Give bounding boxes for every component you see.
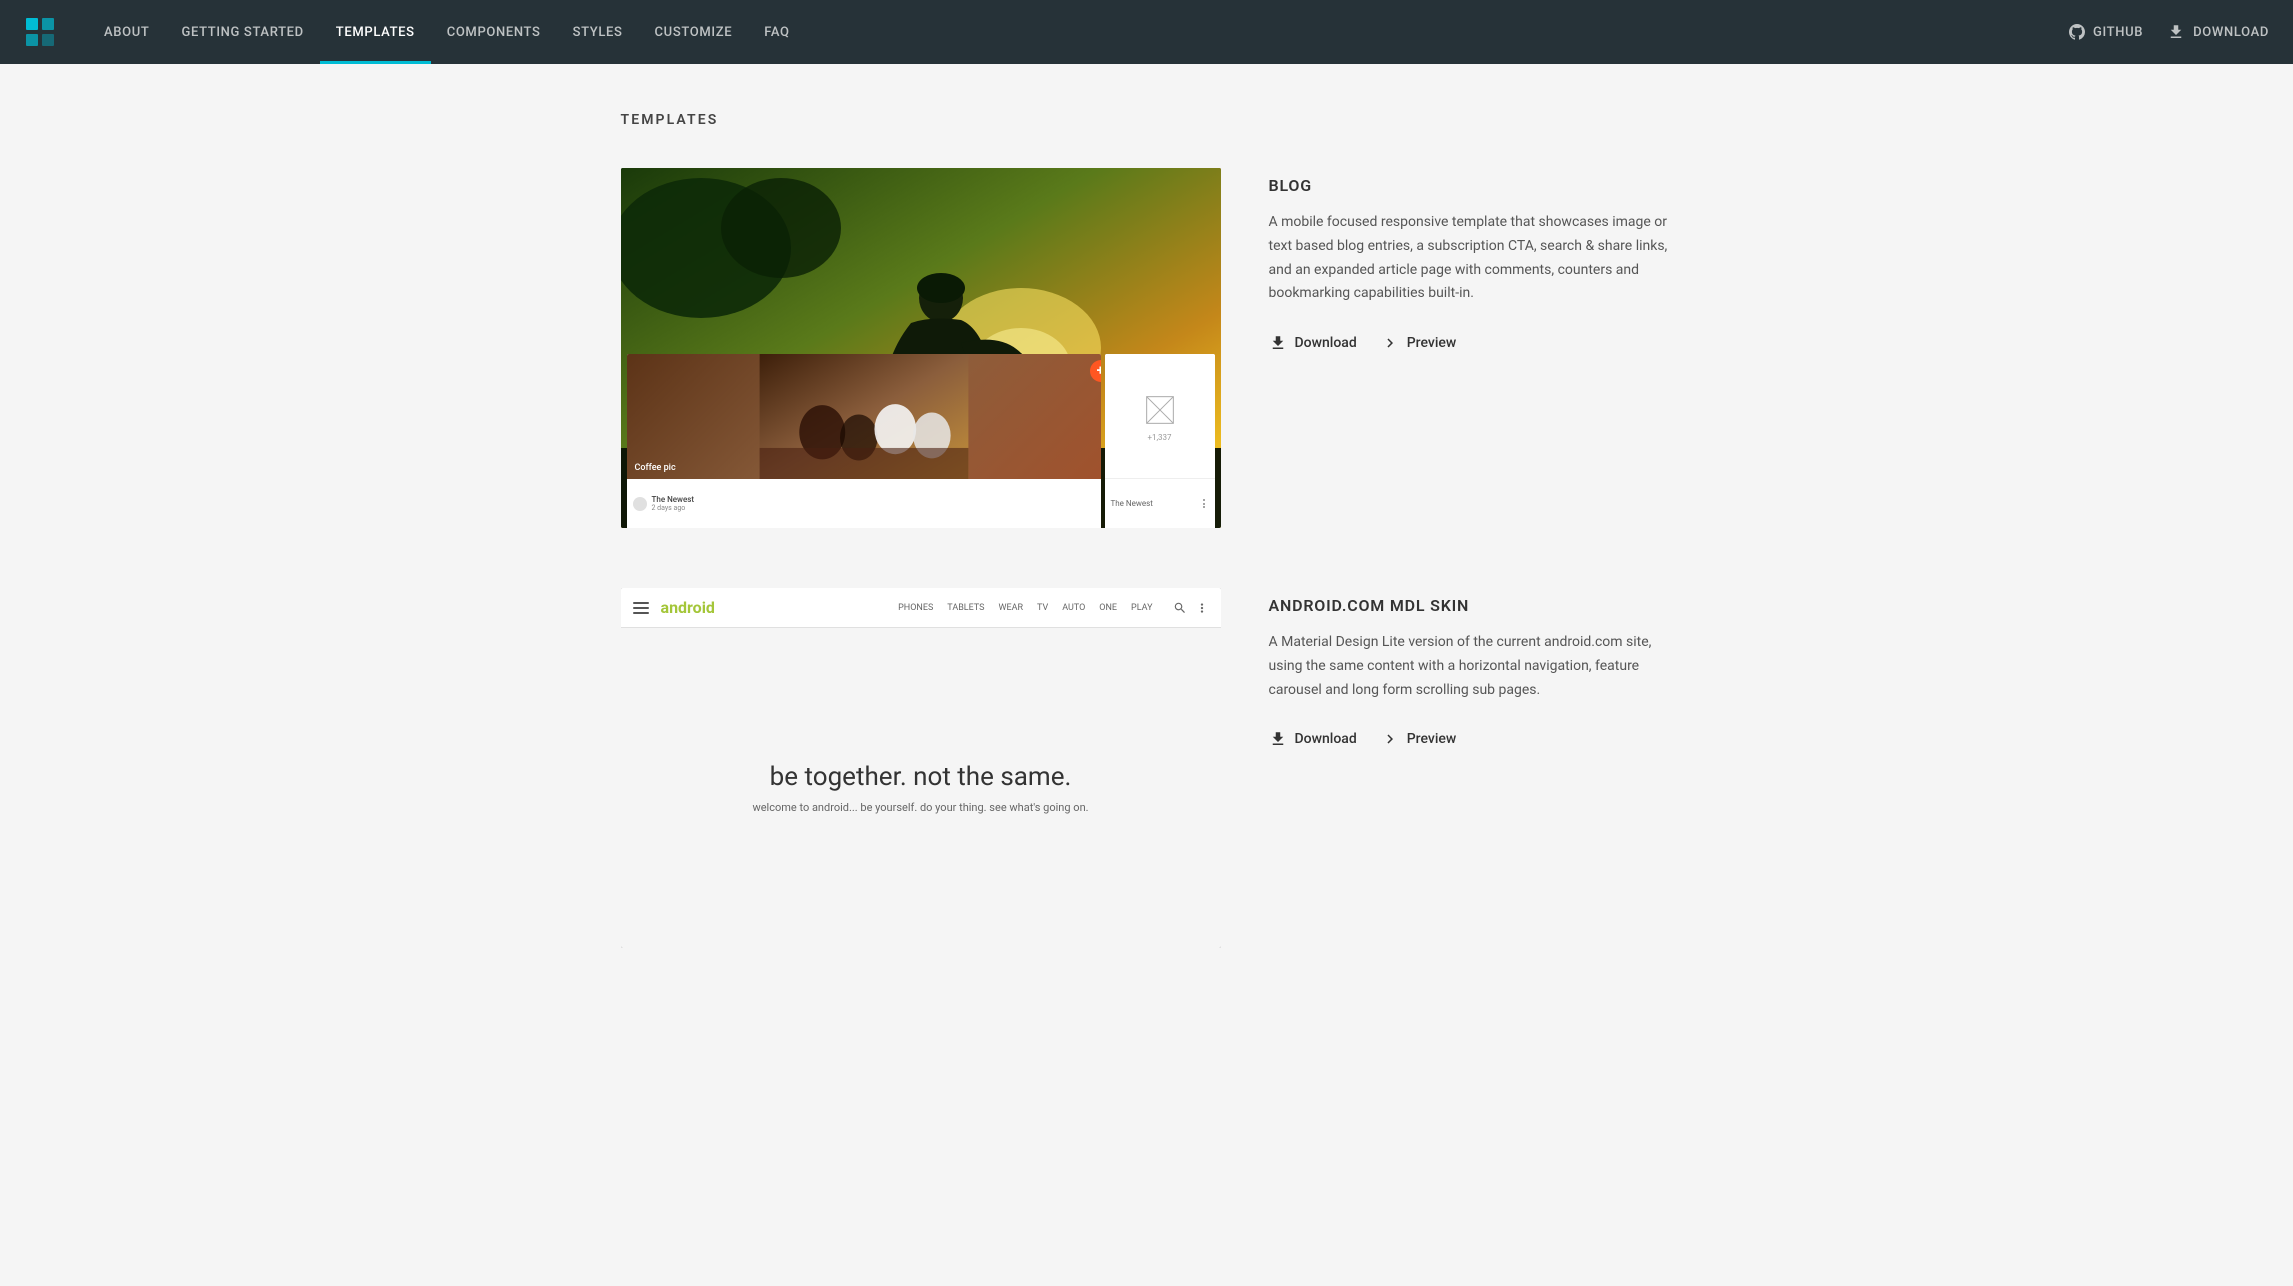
- template-card-blog: Coffee pic The Newest 2 days ago +: [621, 168, 1673, 528]
- coffee-label: Coffee pic: [635, 463, 676, 473]
- android-template-info: ANDROID.COM MDL SKIN A Material Design L…: [1269, 588, 1673, 748]
- blog-preview-button[interactable]: Preview: [1381, 334, 1457, 352]
- template-card-android: android PHONES TABLETS WEAR TV AUTO ONE …: [621, 588, 1673, 948]
- blog-template-name: BLOG: [1269, 176, 1673, 195]
- nav-item-faq[interactable]: FAQ: [748, 0, 805, 64]
- android-nav-play: PLAY: [1131, 603, 1152, 613]
- android-template-name: ANDROID.COM MDL SKIN: [1269, 596, 1673, 615]
- github-link[interactable]: GitHub: [2069, 24, 2143, 40]
- blog-download-button[interactable]: Download: [1269, 334, 1357, 352]
- android-template-actions: Download Preview: [1269, 730, 1673, 748]
- blog-template-desc: A mobile focused responsive template tha…: [1269, 211, 1673, 306]
- blog-template-info: BLOG A mobile focused responsive templat…: [1269, 168, 1673, 352]
- download-icon-android: [1269, 730, 1287, 748]
- arrow-icon-android: [1381, 730, 1399, 748]
- android-nav-auto: AUTO: [1062, 603, 1085, 613]
- android-mock-header: android PHONES TABLETS WEAR TV AUTO ONE …: [621, 588, 1221, 628]
- android-preview-button[interactable]: Preview: [1381, 730, 1457, 748]
- android-nav-items: PHONES TABLETS WEAR TV AUTO ONE PLAY: [898, 603, 1152, 613]
- logo[interactable]: [24, 16, 56, 48]
- android-nav-icons: [1173, 601, 1209, 615]
- github-icon: [2069, 24, 2085, 40]
- android-nav-tablets: TABLETS: [947, 603, 984, 613]
- android-template-image: android PHONES TABLETS WEAR TV AUTO ONE …: [621, 588, 1221, 948]
- nav-item-customize[interactable]: CUSTOMIZE: [639, 0, 749, 64]
- android-nav-one: ONE: [1099, 603, 1117, 613]
- github-label: GitHub: [2093, 25, 2143, 40]
- blog-newest-label-left: The Newest: [652, 495, 695, 504]
- nav-right: GitHub Download: [2069, 23, 2269, 41]
- blog-days-ago: 2 days ago: [652, 504, 695, 512]
- android-more-icon: [1195, 601, 1209, 615]
- android-headline: be together. not the same.: [770, 762, 1072, 793]
- blog-template-image: Coffee pic The Newest 2 days ago +: [621, 168, 1221, 528]
- nav-download-link[interactable]: Download: [2167, 23, 2269, 41]
- android-download-button[interactable]: Download: [1269, 730, 1357, 748]
- nav-item-about[interactable]: ABOUT: [88, 0, 165, 64]
- android-template-desc: A Material Design Lite version of the cu…: [1269, 631, 1673, 702]
- nav-item-templates[interactable]: TEMPLATES: [320, 0, 431, 64]
- navbar: ABOUT GETTING STARTED TEMPLATES COMPONEN…: [0, 0, 2293, 64]
- nav-item-getting-started[interactable]: GETTING STARTED: [165, 0, 319, 64]
- android-search-icon: [1173, 601, 1187, 615]
- android-logo: android: [661, 598, 715, 617]
- download-icon-blog: [1269, 334, 1287, 352]
- blog-count-label: +1,337: [1147, 433, 1171, 442]
- nav-links: ABOUT GETTING STARTED TEMPLATES COMPONEN…: [88, 0, 2069, 64]
- download-icon-nav: [2167, 23, 2185, 41]
- nav-item-styles[interactable]: STYLES: [557, 0, 639, 64]
- arrow-icon-blog: [1381, 334, 1399, 352]
- nav-item-components[interactable]: COMPONENTS: [431, 0, 557, 64]
- android-nav-tv: TV: [1037, 603, 1048, 613]
- android-menu-icon: [633, 602, 649, 614]
- blog-template-actions: Download Preview: [1269, 334, 1673, 352]
- page-title: TEMPLATES: [621, 112, 1673, 128]
- main-content: TEMPLATES: [597, 64, 1697, 1056]
- blog-newest-label-right: The Newest: [1111, 499, 1153, 508]
- android-nav-wear: WEAR: [999, 603, 1024, 613]
- android-nav-phones: PHONES: [898, 603, 933, 613]
- android-mock-body: be together. not the same. welcome to an…: [621, 628, 1221, 948]
- android-subtext: welcome to android... be yourself. do yo…: [752, 801, 1088, 814]
- nav-download-label: Download: [2193, 25, 2269, 40]
